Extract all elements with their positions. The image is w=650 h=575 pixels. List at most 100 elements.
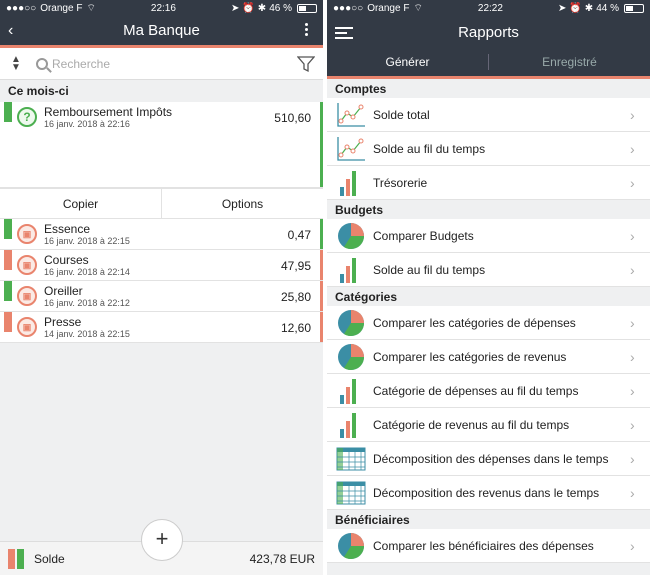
filter-icon[interactable] bbox=[297, 55, 315, 73]
report-item[interactable]: Catégorie de revenus au fil du temps › bbox=[327, 408, 650, 442]
carrier: Orange F bbox=[367, 2, 410, 14]
chevron-right-icon: › bbox=[630, 140, 635, 157]
location-icon: ➤ bbox=[557, 2, 567, 14]
chevron-right-icon: › bbox=[630, 416, 635, 433]
chevron-right-icon: › bbox=[630, 537, 635, 554]
search-input[interactable]: Recherche bbox=[36, 57, 297, 71]
expense-flag-icon bbox=[4, 312, 12, 332]
transaction-date: 16 janv. 2018 à 22:14 bbox=[44, 267, 130, 277]
options-button[interactable]: Options bbox=[161, 189, 323, 218]
line-chart-icon bbox=[335, 135, 367, 163]
bar-chart-icon bbox=[335, 256, 367, 284]
section-header: Comptes bbox=[327, 79, 650, 98]
report-item-label: Catégorie de dépenses au fil du temps bbox=[373, 383, 579, 398]
report-item[interactable]: Trésorerie › bbox=[327, 166, 650, 200]
more-options-icon[interactable] bbox=[305, 21, 311, 38]
income-flag-icon bbox=[4, 219, 12, 239]
transaction-date: 16 janv. 2018 à 22:12 bbox=[44, 298, 130, 308]
section-header: Catégories bbox=[327, 287, 650, 306]
income-flag-icon bbox=[4, 102, 12, 122]
transaction-row[interactable]: ▣ Courses 16 janv. 2018 à 22:14 47,95 bbox=[0, 250, 323, 281]
pie-chart-icon bbox=[335, 222, 367, 250]
seat-category-icon: ▣ bbox=[17, 286, 37, 306]
seat-category-icon: ▣ bbox=[17, 255, 37, 275]
report-item[interactable]: Décomposition des dépenses dans le temps… bbox=[327, 442, 650, 476]
chevron-right-icon: › bbox=[630, 261, 635, 278]
transaction-name: Courses bbox=[44, 253, 89, 267]
wifi-icon: ⌔ bbox=[86, 2, 96, 14]
transaction-name: Oreiller bbox=[44, 284, 83, 298]
report-item[interactable]: Solde au fil du temps › bbox=[327, 132, 650, 166]
transaction-row[interactable]: ▣ Essence 16 janv. 2018 à 22:15 0,47 bbox=[0, 219, 323, 250]
transaction-row[interactable]: ? Remboursement Impôts 16 janv. 2018 à 2… bbox=[0, 102, 323, 188]
alarm-icon: ⏰ bbox=[569, 2, 582, 14]
transaction-name: Remboursement Impôts bbox=[44, 105, 173, 119]
signal-icon: ●●●○○ bbox=[6, 2, 37, 14]
transaction-date: 16 janv. 2018 à 22:15 bbox=[44, 236, 130, 246]
expense-flag-icon bbox=[4, 250, 12, 270]
page-title: Rapports bbox=[458, 23, 519, 41]
report-tabs: Générer Enregistré bbox=[327, 48, 650, 79]
status-bar: ●●●○○ Orange F ⌔ 22:22 ➤ ⏰ ✱ 44 % bbox=[327, 0, 650, 16]
chevron-right-icon: › bbox=[630, 484, 635, 501]
seat-category-icon: ▣ bbox=[17, 317, 37, 337]
add-transaction-button[interactable]: + bbox=[141, 519, 183, 561]
section-header: Ce mois-ci bbox=[0, 80, 323, 102]
unknown-category-icon: ? bbox=[17, 107, 37, 127]
clock: 22:22 bbox=[477, 2, 503, 14]
report-item-label: Comparer Budgets bbox=[373, 228, 474, 243]
battery-icon bbox=[296, 3, 317, 13]
transaction-name: Presse bbox=[44, 315, 82, 329]
pie-chart-icon bbox=[335, 343, 367, 371]
report-item-label: Comparer les catégories de revenus bbox=[373, 349, 567, 364]
report-item[interactable]: Solde total › bbox=[327, 98, 650, 132]
search-icon bbox=[36, 57, 48, 70]
page-title: Ma Banque bbox=[123, 22, 200, 39]
chevron-right-icon: › bbox=[630, 106, 635, 123]
balance-value: 423,78 EUR bbox=[249, 551, 315, 566]
report-item[interactable]: Comparer les bénéficiaires des dépenses › bbox=[327, 529, 650, 563]
search-bar: ▲ ▼ Recherche bbox=[0, 48, 323, 80]
chevron-right-icon: › bbox=[630, 227, 635, 244]
transaction-row[interactable]: ▣ Presse 14 janv. 2018 à 22:15 12,60 bbox=[0, 312, 323, 343]
report-item[interactable]: Comparer Budgets › bbox=[327, 219, 650, 253]
report-item[interactable]: Décomposition des revenus dans le temps › bbox=[327, 476, 650, 510]
copy-button[interactable]: Copier bbox=[0, 189, 161, 218]
report-item[interactable]: Solde au fil du temps › bbox=[327, 253, 650, 287]
report-item-label: Solde au fil du temps bbox=[373, 141, 486, 156]
sort-icon[interactable]: ▲ ▼ bbox=[8, 54, 24, 72]
transaction-amount: 0,47 bbox=[287, 228, 311, 242]
line-chart-icon bbox=[335, 101, 367, 129]
transaction-amount: 47,95 bbox=[280, 259, 311, 273]
tab-saved[interactable]: Enregistré bbox=[489, 55, 650, 69]
clock: 22:16 bbox=[150, 2, 176, 14]
menu-icon[interactable] bbox=[335, 24, 353, 42]
report-item-label: Solde au fil du temps bbox=[373, 262, 486, 277]
report-item-label: Catégorie de revenus au fil du temps bbox=[373, 417, 570, 432]
chevron-right-icon: › bbox=[630, 174, 635, 191]
accounts-screen: ●●●○○ Orange F ⌔ 22:16 ➤ ⏰ ✱ 46 % ‹ Ma Banque… bbox=[0, 0, 323, 575]
battery-text: 44 % bbox=[596, 2, 619, 14]
reports-screen: ●●●○○ Orange F ⌔ 22:22 ➤ ⏰ ✱ 44 % Rapports Gé… bbox=[327, 0, 650, 575]
location-icon: ➤ bbox=[230, 2, 240, 14]
tab-generate[interactable]: Générer bbox=[327, 55, 488, 69]
report-item[interactable]: Comparer les catégories de dépenses › bbox=[327, 306, 650, 340]
report-item[interactable]: Comparer les catégories de revenus › bbox=[327, 340, 650, 374]
transaction-row[interactable]: ▣ Oreiller 16 janv. 2018 à 22:12 25,80 bbox=[0, 281, 323, 312]
bar-chart-icon bbox=[335, 169, 367, 197]
back-chevron-icon[interactable]: ‹ bbox=[8, 22, 13, 40]
bar-chart-icon bbox=[335, 411, 367, 439]
nav-bar: ‹ Ma Banque bbox=[0, 16, 323, 48]
pie-chart-icon bbox=[335, 309, 367, 337]
transaction-name: Essence bbox=[44, 222, 91, 236]
section-header: Budgets bbox=[327, 200, 650, 219]
transaction-date: 14 janv. 2018 à 22:15 bbox=[44, 329, 130, 339]
transaction-amount: 510,60 bbox=[274, 111, 311, 125]
signal-icon: ●●●○○ bbox=[333, 2, 364, 14]
chevron-right-icon: › bbox=[630, 382, 635, 399]
report-item[interactable]: Catégorie de dépenses au fil du temps › bbox=[327, 374, 650, 408]
table-icon bbox=[335, 479, 367, 507]
bluetooth-icon: ✱ bbox=[584, 2, 594, 14]
wifi-icon: ⌔ bbox=[413, 2, 423, 14]
transaction-amount: 12,60 bbox=[280, 321, 311, 335]
